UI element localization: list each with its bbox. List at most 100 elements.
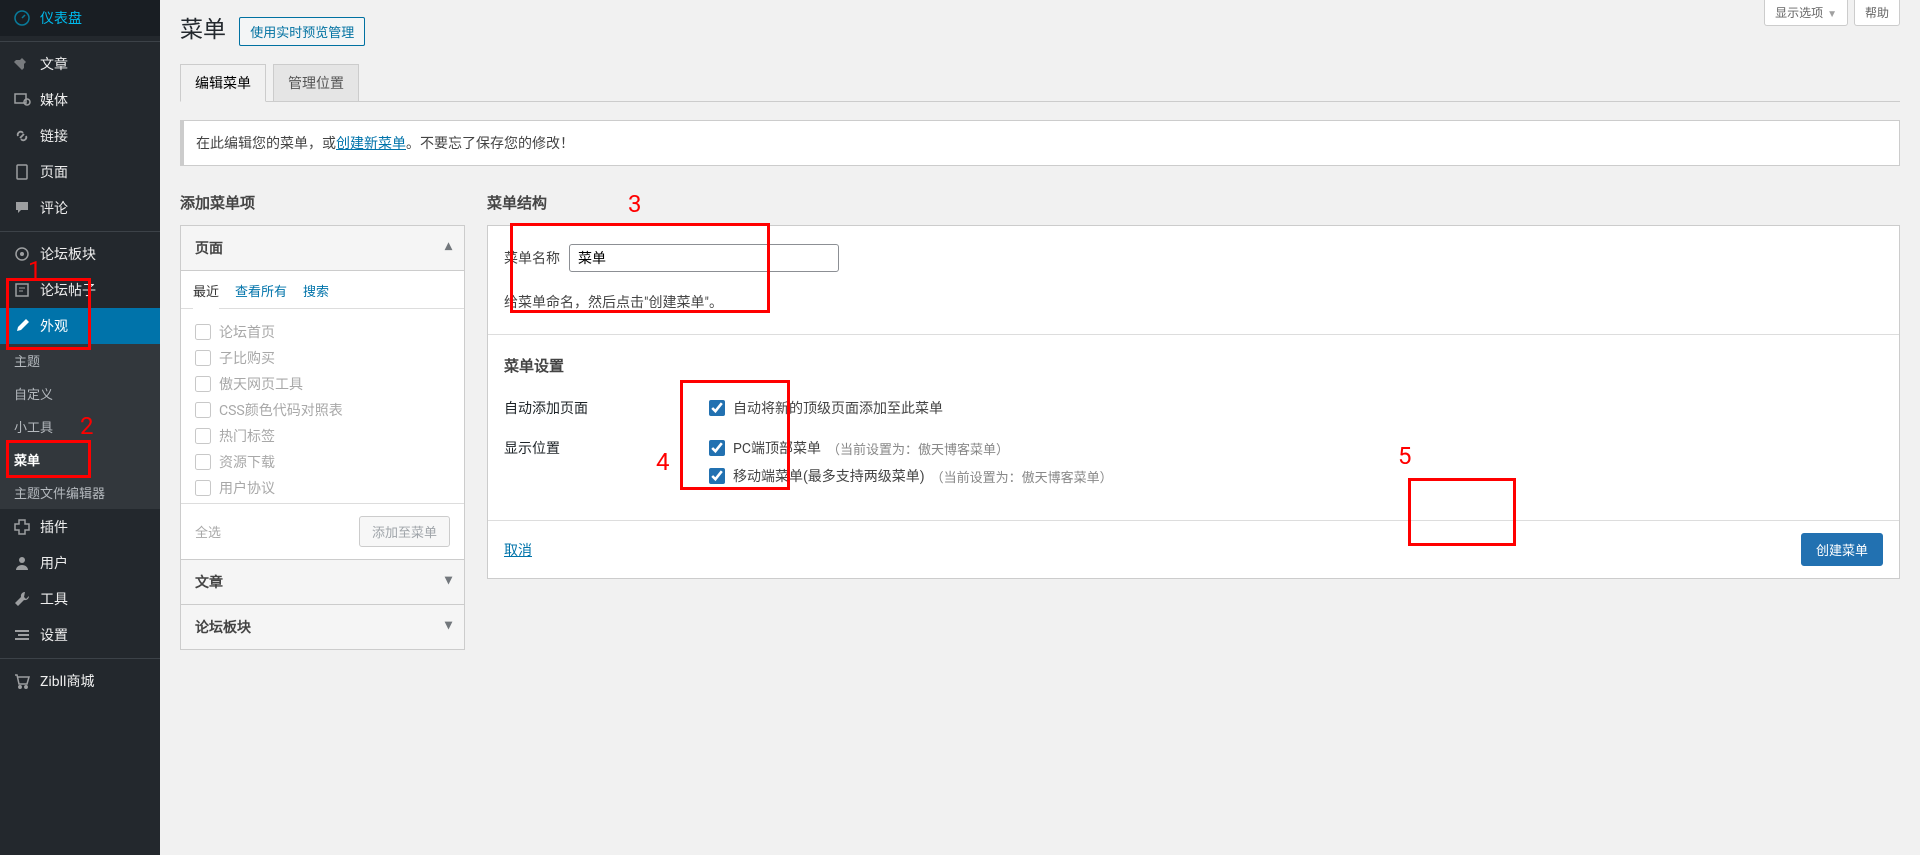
screen-options-button[interactable]: 显示选项▼	[1764, 0, 1848, 26]
add-menu-items-title: 添加菜单项	[180, 192, 465, 213]
page-label: CSS颜色代码对照表	[219, 400, 343, 420]
page-label: 傲天网页工具	[219, 374, 303, 394]
page-checkbox[interactable]	[195, 376, 211, 392]
nav-tabs: 编辑菜单 管理位置	[180, 59, 1900, 102]
page-icon	[12, 162, 32, 182]
sidebar-item-posts[interactable]: 文章	[0, 46, 160, 82]
cancel-link[interactable]: 取消	[504, 540, 532, 560]
submenu-theme-editor[interactable]: 主题文件编辑器	[0, 476, 160, 509]
sidebar-label: 链接	[40, 126, 68, 146]
sidebar-label: Zibll商城	[40, 671, 94, 691]
chevron-down-icon: ▼	[1827, 9, 1837, 20]
chevron-down-icon: ▾	[445, 617, 452, 633]
menu-edit-box: 菜单名称 给菜单命名，然后点击"创建菜单"。 菜单设置 自动添加页面 自动将新的…	[487, 225, 1900, 579]
panel-forum: 论坛板块 ▾	[180, 604, 465, 650]
sidebar-item-appearance[interactable]: 外观	[0, 308, 160, 344]
page-checkbox[interactable]	[195, 324, 211, 340]
sidebar-item-dashboard[interactable]: 仪表盘	[0, 0, 160, 36]
sidebar-label: 媒体	[40, 90, 68, 110]
submenu-customize[interactable]: 自定义	[0, 377, 160, 410]
page-label: 子比购买	[219, 348, 275, 368]
create-new-menu-link[interactable]: 创建新菜单	[336, 136, 406, 152]
appearance-submenu: 主题 自定义 小工具 菜单 主题文件编辑器	[0, 344, 160, 509]
sidebar-label: 仪表盘	[40, 8, 82, 28]
page-checkbox[interactable]	[195, 428, 211, 444]
menu-name-input[interactable]	[569, 244, 839, 272]
location-mobile-text: 移动端菜单(最多支持两级菜单)	[733, 466, 925, 486]
sidebar-label: 文章	[40, 54, 68, 74]
sidebar-item-plugins[interactable]: 插件	[0, 509, 160, 545]
location-pc-note: （当前设置为：傲天博客菜单）	[827, 439, 1009, 458]
settings-icon	[12, 625, 32, 645]
sidebar-item-forum-boards[interactable]: 论坛板块	[0, 236, 160, 272]
sidebar-item-comments[interactable]: 评论	[0, 190, 160, 226]
sidebar-item-tools[interactable]: 工具	[0, 581, 160, 617]
sidebar-item-users[interactable]: 用户	[0, 545, 160, 581]
panel-forum-toggle[interactable]: 论坛板块 ▾	[181, 605, 464, 649]
pages-tab-recent[interactable]: 最近	[193, 281, 219, 309]
page-label: 资源下载	[219, 452, 275, 472]
pages-tab-all[interactable]: 查看所有	[235, 281, 287, 308]
pin-icon	[12, 54, 32, 74]
submenu-menus[interactable]: 菜单	[0, 443, 160, 476]
sidebar-label: 设置	[40, 625, 68, 645]
page-label: 用户协议	[219, 478, 275, 498]
sidebar-label: 插件	[40, 517, 68, 537]
link-icon	[12, 126, 32, 146]
menu-settings-title: 菜单设置	[504, 355, 1883, 376]
page-label: 论坛首页	[219, 322, 275, 342]
chevron-down-icon: ▾	[445, 572, 452, 588]
sidebar-item-links[interactable]: 链接	[0, 118, 160, 154]
sidebar-label: 页面	[40, 162, 68, 182]
sidebar-label: 论坛板块	[40, 244, 96, 264]
submenu-themes[interactable]: 主题	[0, 344, 160, 377]
display-location-label: 显示位置	[504, 438, 709, 494]
plugin-icon	[12, 517, 32, 537]
page-checkbox[interactable]	[195, 480, 211, 496]
pages-list[interactable]: 论坛首页 子比购买 傲天网页工具 CSS颜色代码对照表 热门标签 资源下载 用户…	[181, 309, 464, 504]
info-notice: 在此编辑您的菜单，或创建新菜单。不要忘了保存您的修改！	[180, 120, 1900, 166]
sidebar-item-settings[interactable]: 设置	[0, 617, 160, 653]
help-button[interactable]: 帮助	[1854, 0, 1900, 26]
panel-pages-toggle[interactable]: 页面 ▴	[181, 226, 464, 271]
admin-sidebar: 仪表盘 文章 媒体 链接 页面 评论 论坛板块 论坛帖子 外观 主题 自定义 小…	[0, 0, 160, 855]
chevron-up-icon: ▴	[445, 238, 452, 254]
sidebar-item-forum-posts[interactable]: 论坛帖子	[0, 272, 160, 308]
tab-edit-menus[interactable]: 编辑菜单	[180, 64, 266, 102]
sidebar-label: 用户	[40, 553, 68, 573]
page-label: 热门标签	[219, 426, 275, 446]
select-all-link[interactable]: 全选	[195, 522, 221, 541]
auto-add-label: 自动添加页面	[504, 398, 709, 426]
sidebar-label: 工具	[40, 589, 68, 609]
forum-post-icon	[12, 280, 32, 300]
comment-icon	[12, 198, 32, 218]
sidebar-item-pages[interactable]: 页面	[0, 154, 160, 190]
sidebar-label: 外观	[40, 316, 68, 336]
panel-posts-toggle[interactable]: 文章 ▾	[181, 560, 464, 604]
add-to-menu-button[interactable]: 添加至菜单	[359, 516, 450, 547]
location-mobile-note: （当前设置为：傲天博客菜单）	[931, 467, 1113, 486]
pages-tab-search[interactable]: 搜索	[303, 281, 329, 308]
wrench-icon	[12, 589, 32, 609]
cart-icon	[12, 671, 32, 691]
location-pc-checkbox[interactable]	[709, 440, 725, 456]
forum-icon	[12, 244, 32, 264]
menu-structure-title: 菜单结构	[487, 192, 1900, 213]
auto-add-checkbox[interactable]	[709, 400, 725, 416]
sidebar-label: 评论	[40, 198, 68, 218]
user-icon	[12, 553, 32, 573]
panel-pages: 页面 ▴ 最近 查看所有 搜索 论坛首页 子比购买 傲天网页工具 CSS颜色代码…	[180, 225, 465, 560]
location-mobile-checkbox[interactable]	[709, 468, 725, 484]
page-checkbox[interactable]	[195, 402, 211, 418]
sidebar-label: 论坛帖子	[40, 280, 96, 300]
sidebar-item-media[interactable]: 媒体	[0, 82, 160, 118]
page-checkbox[interactable]	[195, 454, 211, 470]
create-menu-button[interactable]: 创建菜单	[1801, 533, 1883, 566]
live-preview-button[interactable]: 使用实时预览管理	[239, 17, 365, 46]
submenu-widgets[interactable]: 小工具	[0, 410, 160, 443]
page-checkbox[interactable]	[195, 350, 211, 366]
auto-add-option-text: 自动将新的顶级页面添加至此菜单	[733, 398, 943, 418]
tab-manage-locations[interactable]: 管理位置	[273, 64, 359, 101]
sidebar-item-zibll-shop[interactable]: Zibll商城	[0, 663, 160, 699]
brush-icon	[12, 316, 32, 336]
